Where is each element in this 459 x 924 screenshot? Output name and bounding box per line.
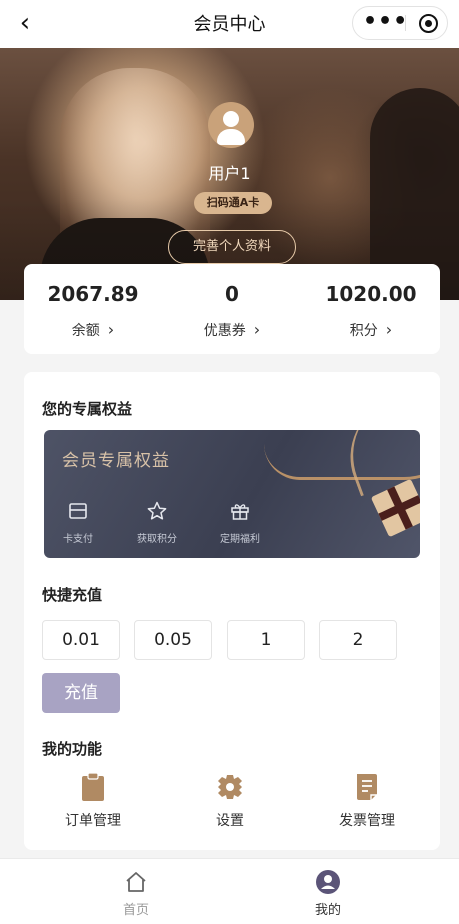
member-main-panel: 您的专属权益 会员专属权益 卡支付 获取积分 定期福利 快捷充值 0.01 0.… bbox=[24, 372, 440, 850]
tab-home[interactable]: 首页 bbox=[76, 859, 196, 924]
points-label: 积分 › bbox=[302, 320, 440, 340]
member-hero-banner: 用户1 扫码通A卡 完善个人资料 bbox=[0, 48, 459, 300]
recharge-amount-option[interactable]: 0.05 bbox=[134, 620, 212, 660]
target-icon[interactable] bbox=[419, 14, 438, 33]
stat-coupons[interactable]: 0 优惠券 › bbox=[163, 264, 301, 354]
recharge-amount-option[interactable]: 0.01 bbox=[42, 620, 120, 660]
function-settings[interactable]: 设置 bbox=[185, 772, 275, 830]
member-card-badge: 扫码通A卡 bbox=[194, 192, 272, 214]
gift-icon bbox=[231, 504, 249, 520]
home-icon bbox=[126, 872, 146, 892]
function-invoice-management-label: 发票管理 bbox=[339, 813, 395, 829]
stat-balance[interactable]: 2067.89 余额 › bbox=[24, 264, 162, 354]
function-order-management-label: 订单管理 bbox=[65, 813, 121, 829]
benefit-card-pay-label: 卡支付 bbox=[63, 534, 93, 545]
clipboard-icon bbox=[82, 772, 104, 801]
chevron-right-icon: › bbox=[253, 320, 261, 339]
account-stats-card: 2067.89 余额 › 0 优惠券 › 1020.00 积分 › bbox=[24, 264, 440, 354]
benefit-earn-points-label: 获取积分 bbox=[137, 534, 177, 545]
benefits-card[interactable]: 会员专属权益 卡支付 获取积分 定期福利 bbox=[44, 430, 420, 558]
capsule-divider bbox=[405, 15, 406, 31]
tab-mine[interactable]: 我的 bbox=[268, 859, 388, 924]
function-order-management[interactable]: 订单管理 bbox=[48, 772, 138, 830]
balance-label: 余额 › bbox=[24, 320, 162, 340]
more-dots-icon: ••• bbox=[363, 9, 409, 34]
avatar[interactable] bbox=[208, 102, 254, 148]
recharge-section-title: 快捷充值 bbox=[42, 586, 103, 604]
benefits-section-title: 您的专属权益 bbox=[42, 400, 133, 418]
benefits-card-title: 会员专属权益 bbox=[62, 451, 170, 471]
chevron-right-icon: › bbox=[107, 320, 115, 339]
recharge-button[interactable]: 充值 bbox=[42, 673, 120, 713]
card-pay-icon bbox=[69, 503, 87, 519]
tab-mine-label: 我的 bbox=[314, 903, 341, 918]
benefit-card-pay[interactable]: 卡支付 bbox=[48, 500, 108, 545]
mini-program-capsule: ••• bbox=[352, 6, 448, 40]
points-value: 1020.00 bbox=[325, 282, 417, 306]
benefit-earn-points[interactable]: 获取积分 bbox=[127, 500, 187, 545]
coupons-label: 优惠券 › bbox=[163, 320, 301, 340]
tab-home-label: 首页 bbox=[122, 903, 149, 918]
recharge-amount-option[interactable]: 1 bbox=[227, 620, 305, 660]
user-icon bbox=[316, 870, 340, 894]
function-invoice-management[interactable]: 发票管理 bbox=[322, 772, 412, 830]
bottom-tab-bar: 首页 我的 bbox=[0, 858, 459, 924]
functions-section-title: 我的功能 bbox=[42, 740, 103, 758]
balance-value: 2067.89 bbox=[47, 282, 139, 306]
avatar-body bbox=[217, 129, 245, 145]
complete-profile-button[interactable]: 完善个人资料 bbox=[168, 230, 296, 264]
avatar-head bbox=[223, 111, 239, 127]
benefit-regular-perks-label: 定期福利 bbox=[220, 534, 260, 545]
benefit-regular-perks[interactable]: 定期福利 bbox=[210, 500, 270, 545]
more-button[interactable]: ••• bbox=[363, 7, 407, 39]
gear-icon bbox=[218, 775, 242, 799]
points-label-text: 积分 bbox=[349, 323, 378, 339]
invoice-icon bbox=[357, 774, 377, 800]
recharge-amount-option[interactable]: 2 bbox=[319, 620, 397, 660]
username: 用户1 bbox=[208, 164, 251, 183]
balance-label-text: 余额 bbox=[71, 323, 100, 339]
coupons-value: 0 bbox=[225, 282, 239, 306]
chevron-right-icon: › bbox=[385, 320, 393, 339]
star-icon bbox=[147, 501, 167, 520]
coupons-label-text: 优惠券 bbox=[203, 323, 246, 339]
stat-points[interactable]: 1020.00 积分 › bbox=[302, 264, 440, 354]
navigation-bar: ‹ 会员中心 ••• bbox=[0, 0, 459, 48]
function-settings-label: 设置 bbox=[216, 813, 244, 829]
